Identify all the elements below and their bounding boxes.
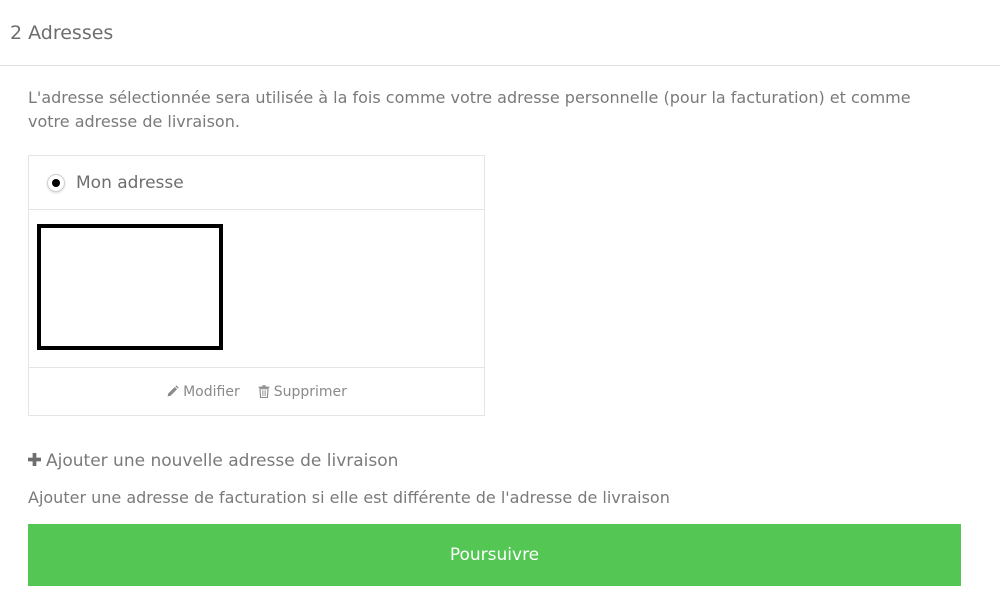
add-shipping-address-label: Ajouter une nouvelle adresse de livraiso… bbox=[46, 451, 399, 471]
edit-address-label: Modifier bbox=[183, 383, 240, 400]
address-card-title: Mon adresse bbox=[76, 172, 184, 193]
address-card: Mon adresse Modifier Supprimer bbox=[28, 155, 485, 416]
address-card-header[interactable]: Mon adresse bbox=[29, 156, 484, 210]
plus-icon bbox=[28, 451, 41, 471]
continue-button[interactable]: Poursuivre bbox=[28, 524, 961, 586]
section-title: 2 Adresses bbox=[10, 21, 114, 44]
delete-address-link[interactable]: Supprimer bbox=[258, 384, 347, 400]
redacted-address-box bbox=[37, 224, 223, 350]
trash-icon bbox=[258, 385, 270, 398]
address-card-body bbox=[29, 210, 484, 368]
address-section-content: L'adresse sélectionnée sera utilisée à l… bbox=[0, 86, 1000, 586]
address-radio[interactable] bbox=[47, 173, 65, 192]
add-billing-address-link[interactable]: Ajouter une adresse de facturation si el… bbox=[28, 488, 972, 507]
delete-address-label: Supprimer bbox=[273, 383, 347, 400]
pencil-icon bbox=[166, 385, 179, 398]
add-shipping-address-link[interactable]: Ajouter une nouvelle adresse de livraiso… bbox=[28, 451, 972, 471]
address-intro-text: L'adresse sélectionnée sera utilisée à l… bbox=[28, 88, 911, 131]
edit-address-link[interactable]: Modifier bbox=[166, 384, 240, 400]
address-card-footer: Modifier Supprimer bbox=[29, 368, 484, 415]
section-header: 2 Adresses bbox=[0, 0, 1000, 66]
radio-selected-dot bbox=[52, 178, 60, 187]
